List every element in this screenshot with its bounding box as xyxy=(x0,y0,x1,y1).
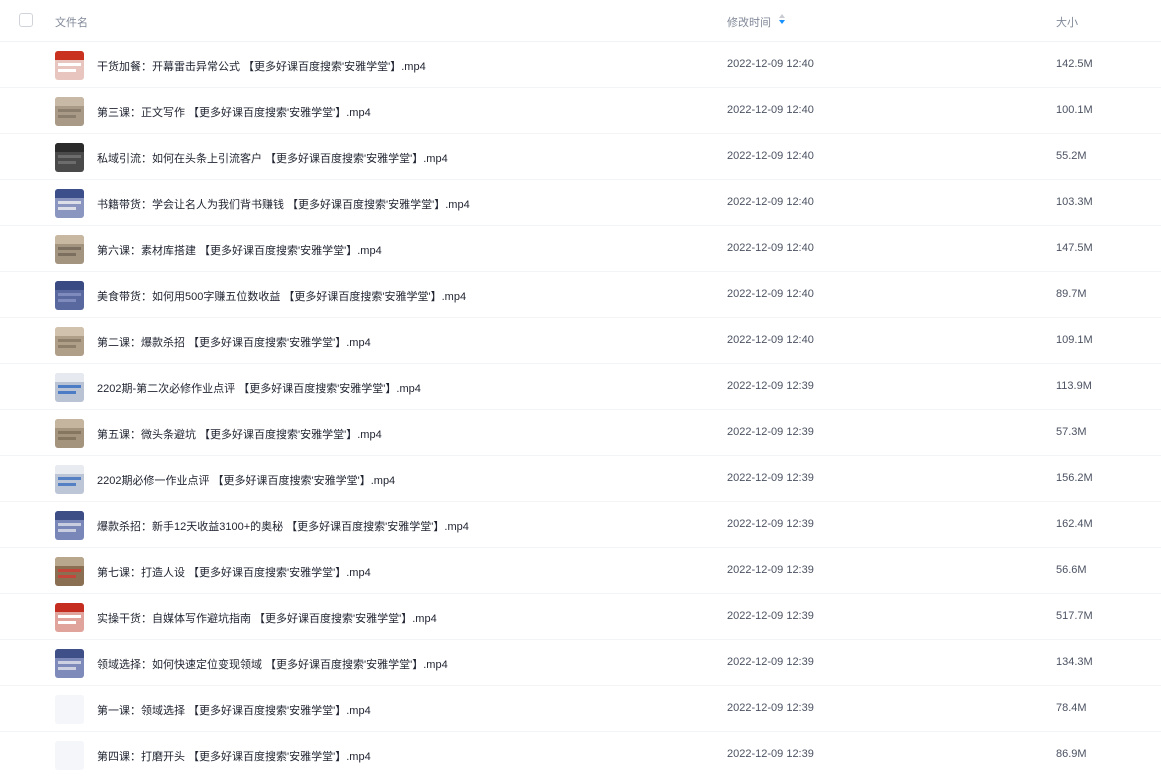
modified-time: 2022-12-09 12:39 xyxy=(727,472,814,484)
file-size: 156.2M xyxy=(1056,472,1093,484)
file-list-table: 文件名 修改时间 大小 干货加餐：开幕雷击异常公式 【更多好课百度搜索'安雅学堂… xyxy=(0,0,1161,776)
file-size: 147.5M xyxy=(1056,242,1093,254)
file-name[interactable]: 第三课：正文写作 【更多好课百度搜索'安雅学堂'】.mp4 xyxy=(97,104,371,120)
file-name[interactable]: 第六课：素材库搭建 【更多好课百度搜索'安雅学堂'】.mp4 xyxy=(97,242,382,258)
video-thumbnail-icon[interactable] xyxy=(55,327,84,356)
modified-time: 2022-12-09 12:39 xyxy=(727,702,814,714)
video-thumbnail-icon[interactable] xyxy=(55,373,84,402)
file-name[interactable]: 2202期-第二次必修作业点评 【更多好课百度搜索'安雅学堂'】.mp4 xyxy=(97,380,421,396)
table-row[interactable]: 第七课：打造人设 【更多好课百度搜索'安雅学堂'】.mp4 2022-12-09 … xyxy=(0,548,1161,594)
video-thumbnail-icon[interactable] xyxy=(55,143,84,172)
file-size: 517.7M xyxy=(1056,610,1093,622)
video-thumbnail-icon[interactable] xyxy=(55,511,84,540)
table-row[interactable]: 干货加餐：开幕雷击异常公式 【更多好课百度搜索'安雅学堂'】.mp4 2022-1… xyxy=(0,42,1161,88)
modified-time: 2022-12-09 12:40 xyxy=(727,104,814,116)
modified-time: 2022-12-09 12:39 xyxy=(727,564,814,576)
file-name[interactable]: 实操干货：自媒体写作避坑指南 【更多好课百度搜索'安雅学堂'】.mp4 xyxy=(97,610,437,626)
column-header-time[interactable]: 修改时间 xyxy=(727,14,771,30)
modified-time: 2022-12-09 12:40 xyxy=(727,150,814,162)
video-thumbnail-icon[interactable] xyxy=(55,603,84,632)
modified-time: 2022-12-09 12:39 xyxy=(727,426,814,438)
select-all-checkbox[interactable] xyxy=(19,13,33,27)
table-header: 文件名 修改时间 大小 xyxy=(0,0,1161,42)
table-row[interactable]: 领域选择：如何快速定位变现领域 【更多好课百度搜索'安雅学堂'】.mp4 2022… xyxy=(0,640,1161,686)
file-size: 57.3M xyxy=(1056,426,1087,438)
table-row[interactable]: 第三课：正文写作 【更多好课百度搜索'安雅学堂'】.mp4 2022-12-09 … xyxy=(0,88,1161,134)
file-size: 89.7M xyxy=(1056,288,1087,300)
table-row[interactable]: 实操干货：自媒体写作避坑指南 【更多好课百度搜索'安雅学堂'】.mp4 2022-… xyxy=(0,594,1161,640)
table-row[interactable]: 第二课：爆款杀招 【更多好课百度搜索'安雅学堂'】.mp4 2022-12-09 … xyxy=(0,318,1161,364)
table-row[interactable]: 美食带货：如何用500字赚五位数收益 【更多好课百度搜索'安雅学堂'】.mp4 2… xyxy=(0,272,1161,318)
file-size: 113.9M xyxy=(1056,380,1092,392)
modified-time: 2022-12-09 12:39 xyxy=(727,518,814,530)
video-thumbnail-icon[interactable] xyxy=(55,741,84,770)
file-size: 103.3M xyxy=(1056,196,1093,208)
modified-time: 2022-12-09 12:40 xyxy=(727,196,814,208)
table-row[interactable]: 私域引流：如何在头条上引流客户 【更多好课百度搜索'安雅学堂'】.mp4 2022… xyxy=(0,134,1161,180)
file-name[interactable]: 爆款杀招：新手12天收益3100+的奥秘 【更多好课百度搜索'安雅学堂'】.mp… xyxy=(97,518,469,534)
video-thumbnail-icon[interactable] xyxy=(55,51,84,80)
modified-time: 2022-12-09 12:40 xyxy=(727,58,814,70)
table-row[interactable]: 2202期-第二次必修作业点评 【更多好课百度搜索'安雅学堂'】.mp4 2022… xyxy=(0,364,1161,410)
table-row[interactable]: 第六课：素材库搭建 【更多好课百度搜索'安雅学堂'】.mp4 2022-12-09… xyxy=(0,226,1161,272)
video-thumbnail-icon[interactable] xyxy=(55,465,84,494)
column-header-size[interactable]: 大小 xyxy=(1056,14,1078,30)
modified-time: 2022-12-09 12:39 xyxy=(727,656,814,668)
file-name[interactable]: 私域引流：如何在头条上引流客户 【更多好课百度搜索'安雅学堂'】.mp4 xyxy=(97,150,448,166)
file-name[interactable]: 第一课：领域选择 【更多好课百度搜索'安雅学堂'】.mp4 xyxy=(97,702,371,718)
table-row[interactable]: 第五课：微头条避坑 【更多好课百度搜索'安雅学堂'】.mp4 2022-12-09… xyxy=(0,410,1161,456)
file-rows: 干货加餐：开幕雷击异常公式 【更多好课百度搜索'安雅学堂'】.mp4 2022-1… xyxy=(0,42,1161,776)
video-thumbnail-icon[interactable] xyxy=(55,189,84,218)
file-name[interactable]: 第二课：爆款杀招 【更多好课百度搜索'安雅学堂'】.mp4 xyxy=(97,334,371,350)
modified-time: 2022-12-09 12:40 xyxy=(727,288,814,300)
table-row[interactable]: 第一课：领域选择 【更多好课百度搜索'安雅学堂'】.mp4 2022-12-09 … xyxy=(0,686,1161,732)
file-size: 55.2M xyxy=(1056,150,1087,162)
file-name[interactable]: 第七课：打造人设 【更多好课百度搜索'安雅学堂'】.mp4 xyxy=(97,564,371,580)
video-thumbnail-icon[interactable] xyxy=(55,649,84,678)
file-name[interactable]: 领域选择：如何快速定位变现领域 【更多好课百度搜索'安雅学堂'】.mp4 xyxy=(97,656,448,672)
file-size: 142.5M xyxy=(1056,58,1093,70)
file-size: 78.4M xyxy=(1056,702,1087,714)
file-name[interactable]: 书籍带货：学会让名人为我们背书赚钱 【更多好课百度搜索'安雅学堂'】.mp4 xyxy=(97,196,470,212)
video-thumbnail-icon[interactable] xyxy=(55,557,84,586)
modified-time: 2022-12-09 12:39 xyxy=(727,380,814,392)
table-row[interactable]: 第四课：打磨开头 【更多好课百度搜索'安雅学堂'】.mp4 2022-12-09 … xyxy=(0,732,1161,776)
table-row[interactable]: 爆款杀招：新手12天收益3100+的奥秘 【更多好课百度搜索'安雅学堂'】.mp… xyxy=(0,502,1161,548)
table-row[interactable]: 书籍带货：学会让名人为我们背书赚钱 【更多好课百度搜索'安雅学堂'】.mp4 20… xyxy=(0,180,1161,226)
video-thumbnail-icon[interactable] xyxy=(55,281,84,310)
file-size: 86.9M xyxy=(1056,748,1087,760)
file-size: 100.1M xyxy=(1056,104,1093,116)
video-thumbnail-icon[interactable] xyxy=(55,97,84,126)
file-size: 56.6M xyxy=(1056,564,1087,576)
modified-time: 2022-12-09 12:40 xyxy=(727,242,814,254)
file-name[interactable]: 美食带货：如何用500字赚五位数收益 【更多好课百度搜索'安雅学堂'】.mp4 xyxy=(97,288,466,304)
file-name[interactable]: 干货加餐：开幕雷击异常公式 【更多好课百度搜索'安雅学堂'】.mp4 xyxy=(97,58,426,74)
table-row[interactable]: 2202期必修一作业点评 【更多好课百度搜索'安雅学堂'】.mp4 2022-12… xyxy=(0,456,1161,502)
sort-icon[interactable] xyxy=(778,13,786,25)
file-name[interactable]: 第四课：打磨开头 【更多好课百度搜索'安雅学堂'】.mp4 xyxy=(97,748,371,764)
video-thumbnail-icon[interactable] xyxy=(55,235,84,264)
modified-time: 2022-12-09 12:39 xyxy=(727,748,814,760)
file-size: 134.3M xyxy=(1056,656,1093,668)
video-thumbnail-icon[interactable] xyxy=(55,695,84,724)
file-size: 109.1M xyxy=(1056,334,1093,346)
file-size: 162.4M xyxy=(1056,518,1093,530)
modified-time: 2022-12-09 12:40 xyxy=(727,334,814,346)
modified-time: 2022-12-09 12:39 xyxy=(727,610,814,622)
file-name[interactable]: 第五课：微头条避坑 【更多好课百度搜索'安雅学堂'】.mp4 xyxy=(97,426,382,442)
video-thumbnail-icon[interactable] xyxy=(55,419,84,448)
column-header-name[interactable]: 文件名 xyxy=(55,14,88,30)
file-name[interactable]: 2202期必修一作业点评 【更多好课百度搜索'安雅学堂'】.mp4 xyxy=(97,472,395,488)
